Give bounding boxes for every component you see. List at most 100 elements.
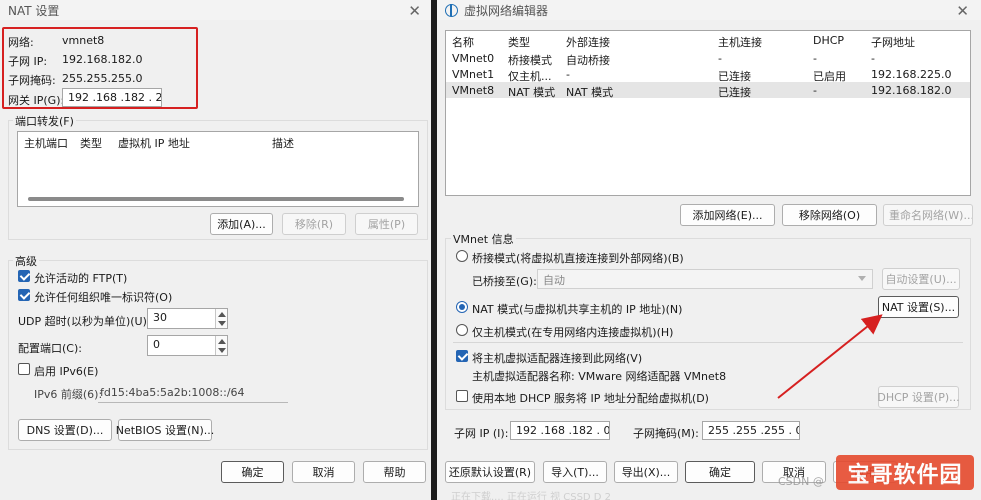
properties-button[interactable]: 属性(P) [355, 213, 418, 235]
udp-timeout-value: 30 [153, 311, 167, 324]
close-icon[interactable]: ✕ [956, 2, 969, 20]
pf-column-host-port[interactable]: 主机端口 [24, 135, 68, 151]
adapter-name-text: 主机虚拟适配器名称: VMware 网络适配器 VMnet8 [472, 370, 727, 383]
rename-network-button[interactable]: 重命名网络(W)... [883, 204, 973, 226]
network-table-header: 名称 类型 外部连接 主机连接 DHCP 子网地址 [446, 31, 970, 49]
vne-ok-button[interactable]: 确定 [685, 461, 755, 483]
cell-name: VMnet0 [452, 52, 495, 65]
vmnet-info-label: VMnet 信息 [451, 231, 516, 247]
subnet-mask-label: 子网掩码(M): [633, 427, 699, 440]
export-button[interactable]: 导出(X)... [614, 461, 678, 483]
subnet-ip-field[interactable]: 192 .168 .182 . 0 [510, 421, 610, 440]
bridged-mode-radio[interactable] [456, 250, 468, 262]
ipv6-prefix-underline [98, 402, 288, 403]
restore-defaults-button[interactable]: 还原默认设置(R) [445, 461, 535, 483]
host-only-radio[interactable] [456, 324, 468, 336]
pf-column-type[interactable]: 类型 [80, 135, 102, 151]
cell-host: 已连接 [718, 86, 751, 99]
auto-settings-button[interactable]: 自动设置(U)... [882, 268, 960, 290]
connect-adapter-checkbox[interactable] [456, 350, 468, 362]
cell-dhcp: - [813, 84, 817, 97]
nat-mode-label: NAT 模式(与虚拟机共享主机的 IP 地址)(N) [472, 303, 683, 316]
column-name[interactable]: 名称 [452, 34, 474, 50]
subnet-mask-field[interactable]: 255 .255 .255 . 0 [702, 421, 800, 440]
csdn-watermark: CSDN @ [778, 475, 824, 488]
use-dhcp-label: 使用本地 DHCP 服务将 IP 地址分配给虚拟机(D) [472, 392, 709, 405]
column-subnet[interactable]: 子网地址 [871, 34, 915, 50]
network-globe-icon [445, 3, 458, 17]
network-table[interactable]: 名称 类型 外部连接 主机连接 DHCP 子网地址 VMnet0 桥接模式 自动… [445, 30, 971, 196]
cell-host: - [718, 52, 722, 65]
import-button[interactable]: 导入(T)... [543, 461, 607, 483]
cell-external: - [566, 68, 570, 81]
add-button[interactable]: 添加(A)... [210, 213, 273, 235]
nat-cancel-button[interactable]: 取消 [292, 461, 355, 483]
table-row[interactable]: VMnet1 仅主机... - 已连接 已启用 192.168.225.0 [446, 66, 970, 83]
udp-timeout-label: UDP 超时(以秒为单位)(U): [18, 315, 151, 328]
vne-title: 虚拟网络编辑器 [464, 3, 549, 18]
allow-ftp-label: 允许活动的 FTP(T) [34, 272, 128, 285]
subnet-ip-label: 子网 IP (I): [454, 427, 509, 440]
allow-ftp-checkbox[interactable] [18, 270, 30, 282]
bridged-to-value: 自动 [543, 274, 565, 287]
pf-column-description[interactable]: 描述 [272, 135, 294, 151]
divider [453, 342, 963, 343]
nat-ok-button[interactable]: 确定 [221, 461, 284, 483]
vne-titlebar: 虚拟网络编辑器 ✕ [437, 0, 981, 20]
annotation-highlight-box [2, 27, 198, 109]
config-port-spinner[interactable] [215, 336, 227, 355]
column-type[interactable]: 类型 [508, 34, 530, 50]
remove-button[interactable]: 移除(R) [282, 213, 346, 235]
cell-subnet: 192.168.182.0 [871, 84, 952, 97]
connect-adapter-label: 将主机虚拟适配器连接到此网络(V) [472, 352, 643, 365]
config-port-label: 配置端口(C): [18, 342, 82, 355]
horizontal-scrollbar[interactable] [28, 197, 404, 201]
dns-settings-button[interactable]: DNS 设置(D)... [18, 419, 112, 441]
column-dhcp[interactable]: DHCP [813, 34, 844, 47]
close-icon[interactable]: ✕ [408, 2, 421, 20]
remove-network-button[interactable]: 移除网络(O) [782, 204, 877, 226]
cell-subnet: - [871, 52, 875, 65]
config-port-value: 0 [153, 338, 160, 351]
ipv6-prefix-label: IPv6 前缀(6): [34, 388, 103, 401]
table-row[interactable]: VMnet0 桥接模式 自动桥接 - - - [446, 50, 970, 67]
use-dhcp-checkbox[interactable] [456, 390, 468, 402]
nat-settings-button[interactable]: NAT 设置(S)... [878, 296, 959, 318]
bridged-to-select[interactable]: 自动 [537, 269, 873, 289]
virtual-network-editor-window: 虚拟网络编辑器 ✕ 名称 类型 外部连接 主机连接 DHCP 子网地址 VMne… [437, 0, 981, 500]
add-network-button[interactable]: 添加网络(E)... [680, 204, 775, 226]
udp-timeout-field[interactable]: 30 [147, 308, 228, 329]
cell-type: NAT 模式 [508, 86, 556, 99]
chevron-down-icon [858, 276, 866, 281]
pf-column-vm-ip[interactable]: 虚拟机 IP 地址 [118, 135, 190, 151]
table-row[interactable]: VMnet8 NAT 模式 NAT 模式 已连接 - 192.168.182.0 [446, 82, 970, 99]
host-only-label: 仅主机模式(在专用网络内连接虚拟机)(H) [472, 326, 674, 339]
nat-settings-dialog: NAT 设置 ✕ 网络: vmnet8 子网 IP: 192.168.182.0… [0, 0, 431, 500]
cell-external: NAT 模式 [566, 86, 614, 99]
brand-watermark: 宝哥软件园 [836, 455, 974, 490]
bridged-mode-label: 桥接模式(将虚拟机直接连接到外部网络)(B) [472, 252, 684, 265]
port-forward-header: 主机端口 类型 虚拟机 IP 地址 描述 [18, 132, 418, 150]
config-port-field[interactable]: 0 [147, 335, 228, 356]
allow-oui-checkbox[interactable] [18, 289, 30, 301]
column-external[interactable]: 外部连接 [566, 34, 610, 50]
port-forward-list[interactable]: 主机端口 类型 虚拟机 IP 地址 描述 [17, 131, 419, 207]
cell-name: VMnet1 [452, 68, 495, 81]
nat-help-button[interactable]: 帮助 [363, 461, 426, 483]
column-host[interactable]: 主机连接 [718, 34, 762, 50]
allow-oui-label: 允许任何组织唯一标识符(O) [34, 291, 173, 304]
udp-timeout-spinner[interactable] [215, 309, 227, 328]
bridged-to-label: 已桥接至(G): [472, 275, 537, 288]
port-forward-label: 端口转发(F) [13, 113, 76, 129]
advanced-label: 高级 [13, 253, 39, 269]
nat-titlebar: NAT 设置 ✕ [0, 0, 431, 20]
nat-mode-radio[interactable] [456, 301, 468, 313]
ipv6-prefix-value: fd15:4ba5:5a2b:1008::/64 [100, 386, 245, 399]
cell-dhcp: - [813, 52, 817, 65]
cell-name: VMnet8 [452, 84, 495, 97]
netbios-settings-button[interactable]: NetBIOS 设置(N)... [116, 419, 214, 441]
enable-ipv6-label: 启用 IPv6(E) [34, 365, 99, 378]
dhcp-settings-button[interactable]: DHCP 设置(P)... [877, 386, 960, 408]
enable-ipv6-checkbox[interactable] [18, 363, 30, 375]
cell-subnet: 192.168.225.0 [871, 68, 952, 81]
